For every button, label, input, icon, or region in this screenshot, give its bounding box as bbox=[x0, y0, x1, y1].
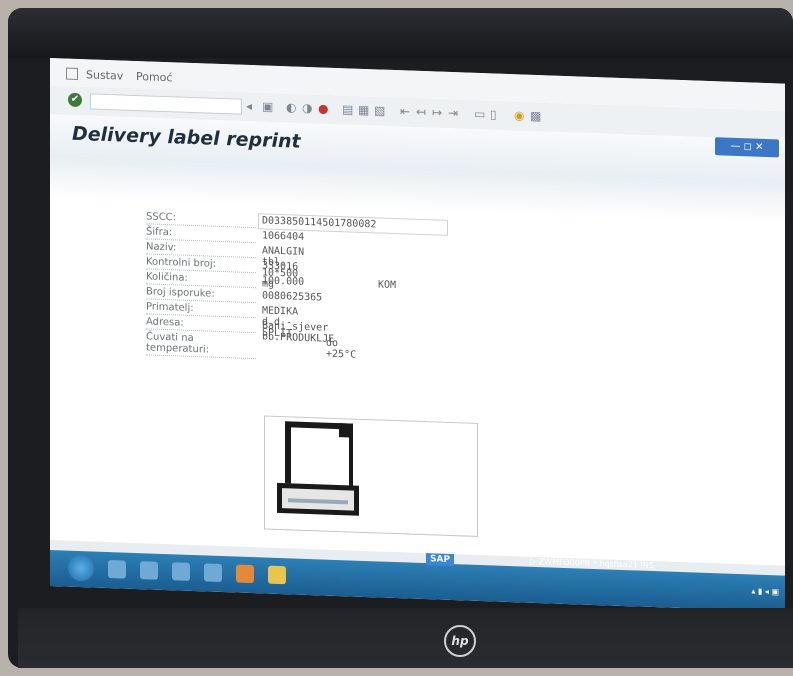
form-label: Primatelj: bbox=[146, 301, 256, 319]
form-value: 0080625365 bbox=[262, 290, 323, 304]
form-label: Količina: bbox=[146, 271, 256, 289]
network-icon[interactable] bbox=[204, 563, 222, 583]
form-label: Čuvati na temperaturi: bbox=[146, 331, 256, 360]
page-title: Delivery label reprint bbox=[72, 122, 301, 153]
back-icon[interactable]: ◂ bbox=[246, 99, 252, 113]
hp-logo-icon: hp bbox=[444, 625, 476, 657]
form-value: 100.000 bbox=[262, 275, 305, 288]
prev-page-icon[interactable]: ↤ bbox=[416, 105, 426, 119]
find-next-icon[interactable]: ▧ bbox=[374, 103, 385, 117]
monitor: Sustav Pomoć ✔ ◂ ▣ ◐ ◑ ● ▤ ▦ ▧ ⇤ ↤ ↦ ⇥ ▭… bbox=[8, 8, 793, 668]
system-tray-icons[interactable]: ▴ ▮ ◂ ▣ bbox=[751, 586, 779, 596]
printer-icon bbox=[277, 482, 359, 516]
chrome-icon[interactable] bbox=[236, 564, 254, 584]
form-value: do +25°C bbox=[326, 337, 357, 361]
folder-icon[interactable] bbox=[172, 562, 190, 581]
command-field[interactable] bbox=[90, 93, 242, 115]
monitor-bezel bbox=[8, 8, 793, 58]
print-button[interactable] bbox=[264, 415, 478, 537]
next-page-icon[interactable]: ↦ bbox=[432, 105, 442, 119]
system-menu-icon[interactable] bbox=[66, 67, 78, 80]
form-label: SSCC: bbox=[146, 211, 256, 229]
layout-icon[interactable]: ▩ bbox=[530, 109, 541, 123]
form-label: Šifra: bbox=[146, 226, 256, 244]
status-text: ▷ ZWMFD00PR * hqsfwa21 INS bbox=[530, 556, 654, 571]
find-icon[interactable]: ▦ bbox=[358, 103, 369, 117]
new-session-icon[interactable]: ▭ bbox=[474, 107, 485, 121]
form-label: Kontrolni broj: bbox=[146, 256, 256, 274]
screen: Sustav Pomoć ✔ ◂ ▣ ◐ ◑ ● ▤ ▦ ▧ ⇤ ↤ ↦ ⇥ ▭… bbox=[50, 58, 785, 612]
form-value: 333016 bbox=[262, 260, 299, 273]
sap-logon-icon[interactable] bbox=[268, 565, 286, 585]
window-controls[interactable]: — ◻ ✕ bbox=[715, 137, 779, 158]
menu-item-pomoc[interactable]: Pomoć bbox=[136, 70, 172, 84]
shortcut-icon[interactable]: ▯ bbox=[490, 107, 497, 121]
start-button[interactable] bbox=[68, 554, 94, 582]
form-label: Adresa: bbox=[146, 316, 256, 334]
form-value: 1066404 bbox=[262, 230, 305, 243]
explorer-icon[interactable] bbox=[108, 560, 126, 579]
save-icon[interactable]: ▣ bbox=[262, 99, 273, 113]
last-page-icon[interactable]: ⇥ bbox=[448, 106, 458, 120]
monitor-chin bbox=[18, 608, 793, 668]
media-icon[interactable] bbox=[140, 561, 158, 580]
cancel-icon[interactable]: ● bbox=[318, 101, 328, 115]
unit-value: KOM bbox=[378, 279, 397, 292]
enter-icon[interactable]: ✔ bbox=[68, 92, 82, 108]
first-page-icon[interactable]: ⇤ bbox=[400, 104, 410, 118]
form-value: Bani sjever bb.PRODUKLJE bbox=[262, 320, 335, 345]
menu-item-sustav[interactable]: Sustav bbox=[86, 68, 123, 82]
help-icon[interactable]: ◉ bbox=[514, 108, 524, 122]
print-icon[interactable]: ▤ bbox=[342, 102, 353, 116]
back-nav-icon[interactable]: ◐ bbox=[286, 100, 296, 114]
sap-logo: SAP bbox=[426, 553, 455, 567]
form-label: Naziv: bbox=[146, 241, 256, 259]
exit-icon[interactable]: ◑ bbox=[302, 101, 312, 115]
form-label: Broj isporuke: bbox=[146, 286, 256, 304]
